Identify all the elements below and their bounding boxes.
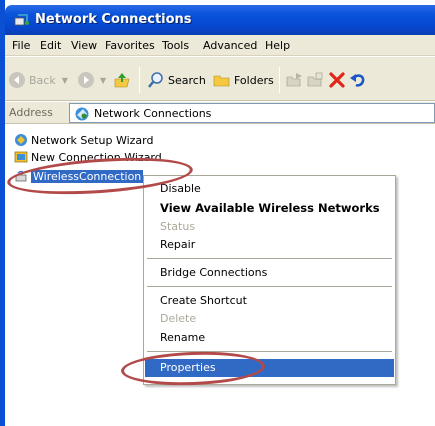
up-folder-icon [114, 73, 130, 88]
address-bar: Address Network Connections [5, 102, 435, 124]
search-icon [148, 72, 163, 88]
new-connection-wizard-label: New Connection Wizard [31, 150, 162, 164]
move-to-icon [286, 73, 302, 87]
delete-button[interactable] [328, 71, 346, 89]
menu-edit[interactable]: Edit [40, 39, 61, 52]
menu-view[interactable]: View [71, 39, 97, 52]
wireless-network-icon [15, 170, 27, 182]
network-connections-icon [75, 107, 89, 121]
menu-tools[interactable]: Tools [162, 39, 189, 52]
menu-file[interactable]: File [12, 39, 30, 52]
delete-x-icon [329, 72, 345, 88]
menu-advanced[interactable]: Advanced [203, 39, 257, 52]
dropdown-arrow-icon: ▼ [61, 75, 68, 85]
menu-disable[interactable]: Disable [145, 180, 394, 198]
up-folder-button[interactable] [113, 71, 131, 89]
folders-icon [213, 75, 230, 87]
menu-delete[interactable]: Delete [145, 310, 394, 328]
network-connections-icon [14, 14, 29, 26]
forward-button[interactable]: ▼ [77, 71, 106, 89]
menu-help[interactable]: Help [265, 39, 290, 52]
toolbar-separator [139, 67, 140, 93]
folders-button[interactable]: Folders [213, 71, 274, 89]
address-field[interactable]: Network Connections [69, 103, 435, 123]
back-label: Back [29, 73, 56, 87]
menu-rename[interactable]: Rename [145, 329, 394, 347]
network-setup-wizard-label: Network Setup Wizard [31, 133, 154, 147]
menu-repair[interactable]: Repair [145, 236, 394, 254]
move-to-button[interactable] [286, 71, 304, 89]
new-connection-wizard-item[interactable]: New Connection Wizard [14, 149, 162, 165]
menu-favorites[interactable]: Favorites [105, 39, 155, 52]
undo-button[interactable] [349, 71, 367, 89]
menu-properties[interactable]: Properties [145, 359, 394, 377]
copy-to-icon [307, 72, 323, 87]
connection-wizard-icon [14, 151, 28, 163]
menu-bar: File Edit View Favorites Tools Advanced … [5, 35, 435, 56]
back-arrow-icon [9, 72, 25, 88]
network-setup-wizard-item[interactable]: Network Setup Wizard [14, 132, 153, 148]
copy-to-button[interactable] [307, 71, 325, 89]
menu-separator [147, 351, 392, 352]
undo-icon [350, 74, 365, 87]
search-button[interactable]: Search [147, 71, 206, 89]
menu-separator [147, 258, 392, 259]
window-title: Network Connections [35, 12, 192, 27]
menu-create-shortcut[interactable]: Create Shortcut [145, 292, 394, 310]
back-button[interactable]: Back ▼ [8, 71, 68, 89]
menu-separator [147, 286, 392, 287]
wireless-connection-item[interactable]: WirelessConnection [14, 168, 144, 184]
search-label: Search [168, 73, 206, 87]
menu-view-available-wireless-networks[interactable]: View Available Wireless Networks [145, 199, 394, 217]
toolbar: Back ▼ ▼ Search Folders [5, 56, 435, 101]
toolbar-separator [279, 67, 280, 93]
address-value: Network Connections [94, 107, 212, 120]
setup-wizard-icon [15, 134, 27, 146]
menu-bridge-connections[interactable]: Bridge Connections [145, 264, 394, 282]
title-bar[interactable]: Network Connections [5, 5, 435, 35]
dropdown-arrow-icon: ▼ [100, 75, 107, 85]
forward-arrow-icon [78, 72, 94, 88]
context-menu: Disable View Available Wireless Networks… [143, 175, 396, 385]
folders-label: Folders [234, 73, 274, 87]
address-label: Address [9, 106, 53, 119]
menu-status[interactable]: Status [145, 218, 394, 236]
wireless-connection-label: WirelessConnection [31, 169, 144, 183]
